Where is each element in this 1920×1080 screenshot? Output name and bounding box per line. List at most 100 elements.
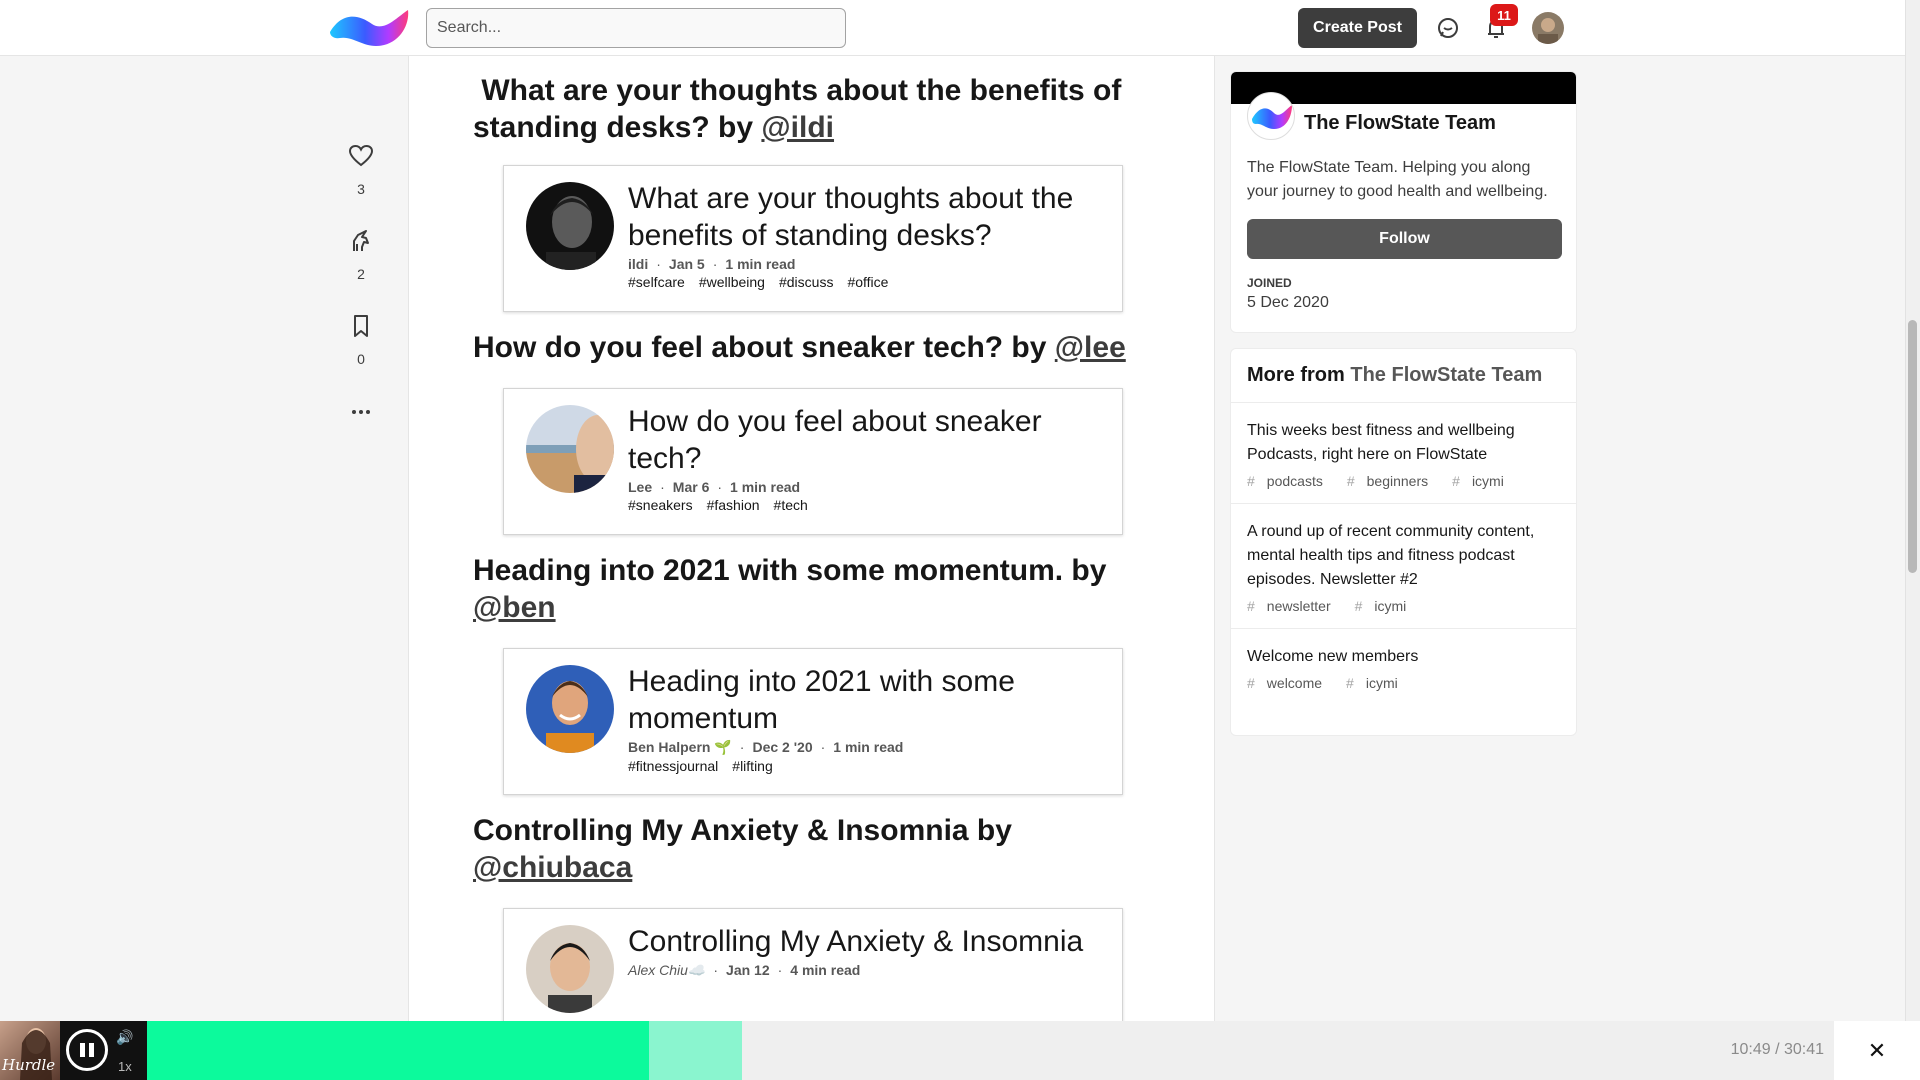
more-from-header: More from The FlowState Team [1231, 349, 1576, 403]
tag-link[interactable]: #office [847, 274, 888, 290]
tag-link[interactable]: #wellbeing [699, 274, 765, 290]
more-from-link[interactable]: The FlowState Team [1350, 364, 1542, 386]
post-author[interactable]: Lee [628, 479, 652, 495]
playback-time: 10:49 / 30:41 [1730, 1041, 1824, 1058]
notification-badge[interactable]: 11 [1490, 4, 1518, 26]
more-from-item-title[interactable]: Welcome new members [1247, 645, 1560, 669]
tag-link[interactable]: # podcasts [1247, 473, 1335, 489]
profile-name[interactable]: The FlowState Team [1304, 112, 1496, 135]
author-avatar[interactable] [526, 925, 614, 1013]
embedded-post-card[interactable]: Heading into 2021 with some momentum Ben… [503, 648, 1123, 795]
create-post-button[interactable]: Create Post [1298, 8, 1417, 48]
tag-link[interactable]: #lifting [732, 758, 772, 774]
top-header: Create Post 11 [0, 0, 1905, 56]
unicorn-count: 2 [357, 266, 365, 282]
embedded-post-title[interactable]: How do you feel about sneaker tech? [628, 403, 1098, 477]
author-link[interactable]: @lee [1055, 331, 1126, 364]
tag-link[interactable]: # newsletter [1247, 598, 1343, 614]
read-time: 4 min read [790, 962, 861, 978]
tag-link[interactable]: # welcome [1247, 675, 1334, 691]
tag-link[interactable]: # icymi [1346, 675, 1410, 691]
more-from-item-title[interactable]: This weeks best fitness and wellbeing Po… [1247, 419, 1560, 467]
post-date: Mar 6 [672, 479, 710, 495]
embed-heading: How do you feel about sneaker tech? by @… [473, 329, 1133, 366]
follow-button[interactable]: Follow [1247, 219, 1562, 259]
podcast-cover-text: Hurdle [2, 1056, 56, 1074]
close-player-button[interactable]: ✕ [1834, 1021, 1920, 1080]
player-controls: 🔊 1x [60, 1021, 147, 1080]
embed-heading-text: Heading into 2021 with some momentum. by [473, 554, 1107, 587]
more-from-item[interactable]: Welcome new members # welcome # icymi [1231, 629, 1576, 705]
author-link[interactable]: @ildi [761, 111, 834, 144]
search-input[interactable] [426, 8, 846, 48]
read-time: 1 min read [730, 479, 801, 495]
pause-button[interactable] [66, 1029, 108, 1071]
author-profile-card: The FlowState Team The FlowState Team. H… [1230, 71, 1577, 333]
embedded-post-card[interactable]: How do you feel about sneaker tech? Lee ·… [503, 388, 1123, 535]
more-from-item[interactable]: This weeks best fitness and wellbeing Po… [1231, 403, 1576, 504]
tag-link[interactable]: #fashion [707, 497, 760, 513]
author-avatar[interactable] [526, 405, 614, 493]
more-from-item[interactable]: A round up of recent community content, … [1231, 504, 1576, 629]
embedded-post-title[interactable]: Heading into 2021 with some momentum [628, 663, 1098, 737]
ellipsis-icon [352, 410, 370, 414]
post-author[interactable]: Ben Halpern 🌱 [628, 739, 732, 755]
tag-link[interactable]: #fitnessjournal [628, 758, 718, 774]
tag-link[interactable]: # icymi [1452, 473, 1516, 489]
unicorn-reaction-button[interactable]: 2 [340, 229, 382, 282]
more-options-button[interactable] [340, 400, 382, 429]
page-scrollbar-thumb[interactable] [1908, 320, 1917, 573]
tag-link[interactable]: #sneakers [628, 497, 693, 513]
played-progress [147, 1021, 650, 1080]
post-date: Jan 5 [668, 256, 705, 272]
flowstate-logo[interactable] [328, 6, 410, 50]
read-time: 1 min read [833, 739, 904, 755]
tag-link[interactable]: # beginners [1347, 473, 1440, 489]
tag-link[interactable]: #discuss [779, 274, 833, 290]
article-body: What are your thoughts about the benefit… [408, 56, 1215, 1021]
more-from-item-title[interactable]: A round up of recent community content, … [1247, 520, 1560, 592]
user-avatar[interactable] [1532, 12, 1564, 44]
post-author[interactable]: Alex Chiu☁️ [628, 962, 705, 978]
more-from-panel: More from The FlowState Team This weeks … [1230, 348, 1577, 736]
tag-link[interactable]: #tech [774, 497, 808, 513]
heart-reaction-button[interactable]: 3 [340, 144, 382, 197]
unicorn-icon [353, 230, 369, 251]
embedded-post-card[interactable]: What are your thoughts about the benefit… [503, 165, 1123, 312]
team-logo[interactable] [1247, 92, 1295, 140]
read-time: 1 min read [725, 256, 796, 272]
post-date: Jan 12 [726, 962, 770, 978]
more-from-label: More from [1247, 364, 1345, 386]
embed-heading: Controlling My Anxiety & Insomnia by @ch… [473, 812, 1133, 886]
embed-heading-text: How do you feel about sneaker tech? by [473, 331, 1047, 364]
author-link[interactable]: @ben [473, 591, 556, 624]
volume-icon[interactable]: 🔊 [116, 1029, 133, 1046]
embed-heading: Heading into 2021 with some momentum. by… [473, 552, 1133, 626]
bookmark-reaction-button[interactable]: 0 [340, 314, 382, 367]
author-avatar[interactable] [526, 665, 614, 753]
bookmark-count: 0 [357, 351, 365, 367]
playback-speed[interactable]: 1x [118, 1059, 132, 1074]
tag-link[interactable]: #selfcare [628, 274, 685, 290]
bookmark-icon [354, 315, 368, 337]
post-date: Dec 2 '20 [752, 739, 813, 755]
podcast-cover-art[interactable]: Hurdle [0, 1021, 60, 1080]
close-icon: ✕ [1867, 1037, 1887, 1063]
joined-label: JOINED [1247, 276, 1292, 290]
embedded-post-title[interactable]: What are your thoughts about the benefit… [628, 180, 1098, 254]
joined-date: 5 Dec 2020 [1247, 294, 1329, 311]
author-avatar[interactable] [526, 182, 614, 270]
embedded-post-title[interactable]: Controlling My Anxiety & Insomnia [628, 923, 1098, 960]
profile-description: The FlowState Team. Helping you along yo… [1247, 159, 1548, 200]
heart-count: 3 [357, 181, 365, 197]
progress-bar[interactable] [147, 1021, 1833, 1080]
chat-icon[interactable] [1434, 14, 1462, 42]
heart-icon [348, 144, 374, 167]
post-author[interactable]: ildi [628, 256, 648, 272]
embed-heading-text: Controlling My Anxiety & Insomnia by [473, 814, 1012, 847]
tag-link[interactable]: # icymi [1355, 598, 1419, 614]
embedded-post-card[interactable]: Controlling My Anxiety & Insomnia Alex C… [503, 908, 1123, 1021]
embed-heading: What are your thoughts about the benefit… [473, 72, 1133, 146]
podcast-player: Hurdle 🔊 1x 10:49 / 30:41 ✕ [0, 1021, 1920, 1080]
author-link[interactable]: @chiubaca [473, 851, 632, 884]
